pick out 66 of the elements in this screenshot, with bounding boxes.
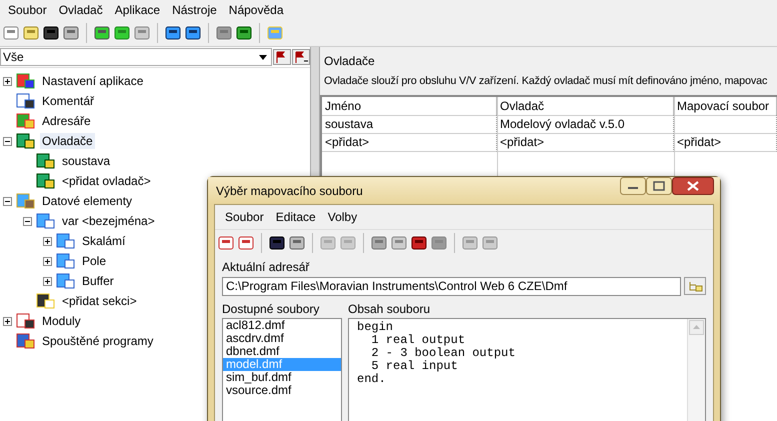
- menu-item[interactable]: Soubor: [2, 3, 53, 17]
- code-line: 1 real output: [370, 334, 466, 347]
- code-line: begin: [357, 321, 394, 334]
- expand-icon[interactable]: [3, 76, 12, 86]
- table-cell: Modelový ovladač v.5.0: [497, 115, 674, 134]
- file-item[interactable]: sim_buf.dmf: [223, 371, 341, 384]
- scrollbar[interactable]: [687, 319, 705, 421]
- table-cell: <přidat>: [497, 133, 674, 152]
- code-line: 2 - 3 boolean output: [370, 347, 516, 360]
- collapse-icon[interactable]: [23, 216, 32, 226]
- menu-item[interactable]: Soubor: [219, 210, 270, 224]
- field-label: Aktuální adresář: [222, 260, 310, 274]
- tree-item[interactable]: Ovladače: [40, 133, 95, 149]
- file-item[interactable]: dbnet.dmf: [223, 345, 341, 358]
- close-icon[interactable]: [672, 177, 714, 195]
- minimize-icon[interactable]: [620, 177, 646, 195]
- collapse-icon[interactable]: [3, 136, 12, 146]
- table-cell: <přidat>: [322, 133, 497, 152]
- file-list[interactable]: acl812.dmf ascdrv.dmf dbnet.dmf model.dmf sim_buf.dmf vsource.dmf: [222, 318, 342, 421]
- file-item[interactable]: ascdrv.dmf: [223, 332, 341, 345]
- code-line: end.: [357, 373, 387, 386]
- window-title: Výběr mapovacího souboru: [216, 184, 363, 198]
- tree-item[interactable]: Datové elementy: [40, 193, 134, 209]
- tree-item[interactable]: Buffer: [80, 273, 116, 289]
- file-content-editor[interactable]: begin 1 real output 2 - 3 boolean output 5 real input end.: [348, 318, 706, 421]
- column-header[interactable]: Ovladač: [497, 97, 674, 116]
- tree-item[interactable]: Skalámí: [80, 233, 128, 249]
- dropdown-arrow-icon[interactable]: [259, 54, 267, 60]
- table-cell: soustava: [322, 115, 497, 134]
- panel-title: Ovladače: [323, 53, 376, 70]
- panel-description: Ovladače slouží pro obsluhu V/V zařízení. Každý ovladač musí mít definováno jméno, mapovac: [323, 74, 768, 89]
- menu-item[interactable]: Aplikace: [108, 3, 166, 17]
- menu-item[interactable]: Nástroje: [166, 3, 223, 17]
- table-cell: <přidat>: [674, 133, 777, 152]
- flag-icon[interactable]: [273, 49, 291, 65]
- filter-dropdown[interactable]: Vše: [0, 48, 272, 66]
- tree-item[interactable]: Moduly: [40, 313, 83, 329]
- tree-item[interactable]: var <bezejména>: [60, 213, 157, 229]
- tree-item[interactable]: <přidat sekci>: [60, 293, 139, 309]
- expand-icon[interactable]: [43, 256, 52, 266]
- maximize-icon[interactable]: [646, 177, 672, 195]
- menu-item[interactable]: Editace: [270, 210, 322, 224]
- column-header[interactable]: Mapovací soubor: [674, 97, 777, 116]
- expand-icon[interactable]: [3, 316, 12, 326]
- flag-icon[interactable]: [292, 49, 310, 65]
- tree-item[interactable]: Komentář: [40, 93, 96, 109]
- tree-item[interactable]: <přidat ovladač>: [60, 173, 153, 189]
- expand-icon[interactable]: [43, 236, 52, 246]
- tree-item[interactable]: Adresáře: [40, 113, 93, 129]
- tree-item[interactable]: Spouštěné programy: [40, 333, 156, 349]
- folder-tree-icon[interactable]: [684, 277, 706, 295]
- file-item[interactable]: vsource.dmf: [223, 384, 341, 397]
- list-label: Dostupné soubory: [222, 302, 320, 316]
- code-line: 5 real input: [370, 360, 459, 373]
- tree-item[interactable]: Pole: [80, 253, 108, 269]
- menu-item[interactable]: Volby: [322, 210, 364, 224]
- content-label: Obsah souboru: [348, 302, 432, 316]
- collapse-icon[interactable]: [3, 196, 12, 206]
- menu-item[interactable]: Ovladač: [52, 3, 109, 17]
- tree-item[interactable]: Nastavení aplikace: [40, 73, 146, 89]
- column-header[interactable]: Jméno: [322, 97, 497, 116]
- address-field[interactable]: C:\Program Files\Moravian Instruments\Control Web 6 CZE\Dmf: [222, 277, 681, 296]
- expand-icon[interactable]: [43, 276, 52, 286]
- tree-item[interactable]: soustava: [60, 153, 112, 169]
- file-item[interactable]: acl812.dmf: [223, 319, 341, 332]
- menu-item[interactable]: Nápověda: [222, 3, 290, 17]
